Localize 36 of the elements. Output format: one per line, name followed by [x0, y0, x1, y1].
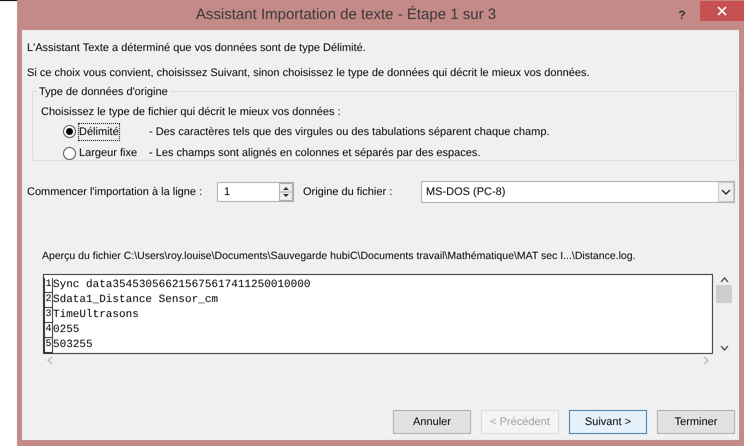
preview-line: 0255 [53, 322, 80, 338]
file-origin-dropdown[interactable]: MS-DOS (PC-8) [421, 181, 735, 203]
line-number: 1 [44, 278, 53, 293]
dialog-button[interactable]: Annuler [393, 410, 471, 434]
scroll-down-icon [720, 344, 728, 351]
group-prompt: Choisissez le type de fichier qui décrit le mieux vos données : [41, 105, 342, 120]
preview-line: 503255 [53, 338, 93, 353]
preview-line: TimeUltrasons [53, 308, 139, 323]
line-number: 3 [44, 308, 53, 323]
group-title: Type de données d'origine [37, 84, 170, 100]
window-title: Assistant Importation de texte - Étape 1 sur 3 [194, 4, 498, 25]
preview-line: Sync data354530566215675617411250010000 [53, 278, 310, 293]
close-button[interactable] [700, 1, 744, 21]
scroll-thumb[interactable] [716, 284, 732, 303]
radio-option[interactable]: Délimité [63, 124, 149, 140]
scroll-right-icon [703, 356, 709, 366]
preview-line: Sdata1_Distance Sensor_cm [53, 292, 218, 308]
option-description: - Les champs sont alignés en colonnes et séparés par des espaces. [149, 146, 480, 161]
intro-text: Si ce choix vous convient, choisissez Suivant, sinon choisissez le type de données qui décrit le mieux vos données. [27, 66, 591, 80]
scroll-left-icon [47, 356, 53, 366]
close-icon [717, 6, 727, 16]
line-number: 2 [44, 292, 53, 308]
option-description: - Des caractères tels que des virgules ou des tabulations séparent chaque champ. [149, 124, 550, 140]
file-origin-label: Origine du fichier : [303, 184, 394, 200]
dialog-button[interactable]: Suivant > [569, 410, 647, 434]
start-row-spinner[interactable]: 1 [217, 182, 294, 202]
radio-option[interactable]: Largeur fixe [63, 145, 149, 162]
intro-text: L'Assistant Texte a déterminé que vos données sont de type Délimité. [27, 41, 367, 56]
dialog-button[interactable]: Terminer [657, 410, 735, 434]
start-row-label: Commencer l'importation à la ligne : [27, 184, 204, 200]
help-button[interactable]: ? [670, 5, 694, 25]
preview-label: Aperçu du fichier C:\Users\roy.louise\Documents\Sauvegarde hubiC\Documents travail\Mathématique\MAT sec I...\Distance.log. [42, 249, 637, 264]
spin-arrows-icon [279, 183, 293, 201]
scroll-up-icon [720, 276, 728, 283]
line-number: 5 [44, 338, 53, 353]
line-number: 4 [44, 322, 53, 338]
